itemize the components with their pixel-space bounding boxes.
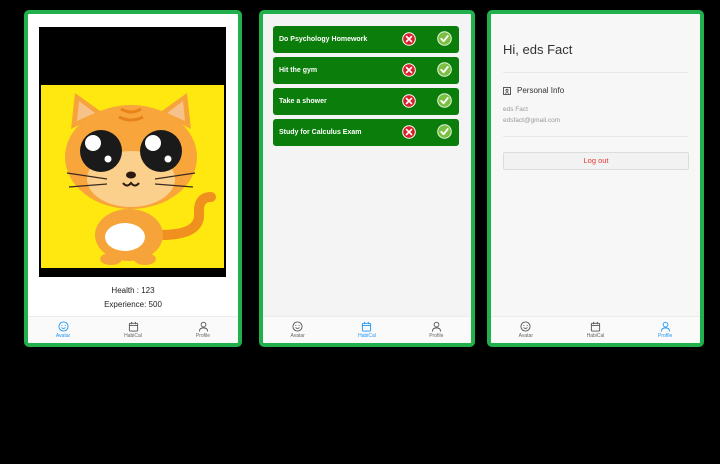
bottom-tab-bar: Avatar HabiCal Profile — [491, 316, 700, 343]
bottom-tab-bar: Avatar HabiCal Profile — [28, 316, 238, 343]
task-name: Do Psychology Homework — [279, 36, 368, 43]
personal-info-title: Personal Info — [517, 86, 565, 95]
delete-icon[interactable] — [402, 63, 416, 77]
tab-label: Profile — [658, 333, 673, 339]
profile-screen: Hi, eds Fact Personal Info eds Fact edsf… — [487, 10, 704, 347]
task-item[interactable]: Hit the gym — [273, 57, 459, 84]
health-stat: Health : 123 — [111, 286, 155, 295]
tab-label: Profile — [195, 333, 211, 339]
smiley-icon — [57, 321, 69, 332]
task-item[interactable]: Do Psychology Homework — [273, 26, 459, 53]
divider — [503, 72, 688, 73]
task-name: Study for Calculus Exam — [279, 129, 362, 136]
tab-profile[interactable]: Profile — [635, 317, 695, 339]
tab-label: HabiCal — [358, 333, 376, 339]
experience-stat: Experience: 500 — [104, 300, 162, 309]
delete-icon[interactable] — [402, 32, 416, 46]
bottom-tab-bar: Avatar HabiCal Profile — [263, 316, 471, 343]
tab-label: Avatar — [290, 333, 305, 339]
tab-label: Profile — [429, 333, 444, 339]
avatar-screen: Health : 123 Experience: 500 Avatar Habi… — [24, 10, 242, 347]
id-card-icon — [503, 86, 511, 95]
tab-label: HabiCal — [124, 333, 142, 339]
calendar-icon — [128, 321, 138, 332]
person-icon — [660, 321, 670, 332]
tab-label: Avatar — [518, 333, 534, 339]
check-icon[interactable] — [437, 124, 452, 139]
check-icon[interactable] — [437, 31, 452, 46]
greeting-title: Hi, eds Fact — [503, 42, 573, 57]
delete-icon[interactable] — [402, 94, 416, 108]
person-icon — [431, 321, 441, 332]
avatar-background — [41, 85, 224, 268]
divider — [503, 136, 688, 137]
avatar-frame — [39, 27, 226, 277]
tab-habical[interactable]: HabiCal — [103, 317, 163, 339]
tab-habical[interactable]: HabiCal — [565, 317, 625, 339]
calendar-icon — [590, 321, 601, 332]
tab-label: HabiCal — [586, 333, 605, 339]
person-icon — [198, 321, 208, 332]
avatar-stats: Health : 123 Experience: 500 — [28, 286, 238, 314]
calendar-icon — [362, 321, 372, 332]
task-item[interactable]: Study for Calculus Exam — [273, 119, 459, 146]
logout-button[interactable]: Log out — [503, 152, 689, 170]
smiley-icon — [292, 321, 303, 332]
personal-info-header: Personal Info — [503, 86, 564, 95]
tab-label: Avatar — [55, 333, 71, 339]
check-icon[interactable] — [437, 62, 452, 77]
tab-habical[interactable]: HabiCal — [337, 317, 397, 339]
smiley-icon — [520, 321, 531, 332]
tab-avatar[interactable]: Avatar — [268, 317, 328, 339]
cat-avatar-image — [65, 93, 216, 265]
delete-icon[interactable] — [402, 125, 416, 139]
task-item[interactable]: Take a shower — [273, 88, 459, 115]
tab-profile[interactable]: Profile — [173, 317, 233, 339]
check-icon[interactable] — [437, 93, 452, 108]
tab-avatar[interactable]: Avatar — [33, 317, 93, 339]
tab-profile[interactable]: Profile — [406, 317, 466, 339]
task-name: Take a shower — [279, 98, 327, 105]
habits-screen: Do Psychology Homework Hit the gym Take … — [259, 10, 475, 347]
task-name: Hit the gym — [279, 67, 318, 74]
profile-email: edsfact@gmail.com — [503, 117, 561, 124]
task-list: Do Psychology Homework Hit the gym Take … — [273, 26, 459, 150]
tab-avatar[interactable]: Avatar — [496, 317, 556, 339]
profile-name: eds Fact — [503, 106, 528, 113]
